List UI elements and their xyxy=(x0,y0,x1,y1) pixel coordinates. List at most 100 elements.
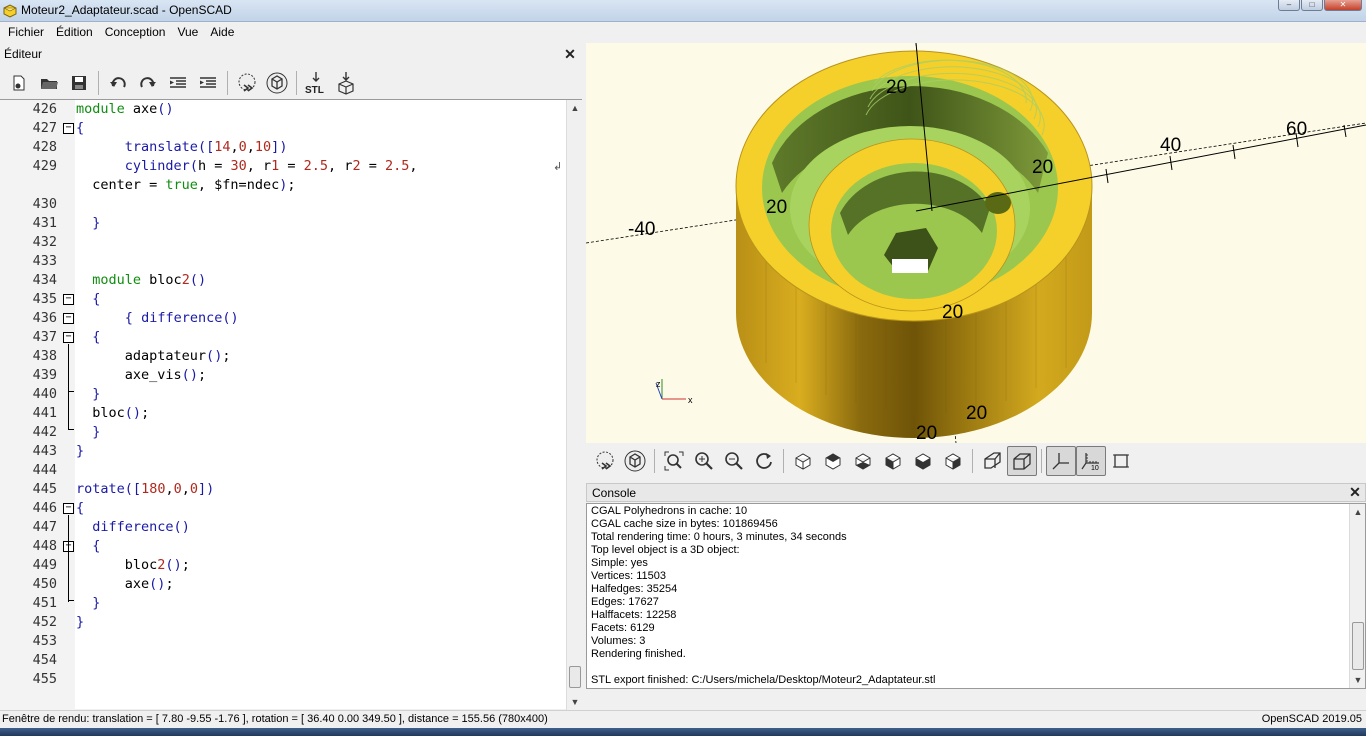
editor-toolbar: STL xyxy=(0,66,582,100)
os-taskbar xyxy=(0,728,1366,736)
scroll-down-icon[interactable]: ▼ xyxy=(1350,672,1366,688)
3d-model-render: -40 20 40 60 20 20 20 20 20 x z xyxy=(586,43,1366,443)
menu-fichier[interactable]: Fichier xyxy=(2,22,50,42)
hex-hole-bottom xyxy=(892,259,928,273)
scroll-up-icon[interactable]: ▲ xyxy=(567,100,583,116)
view-bottom-icon[interactable] xyxy=(848,446,878,476)
code-text: difference() xyxy=(92,519,190,535)
editor-header: Éditeur ✕ xyxy=(0,43,582,65)
close-window-button[interactable]: ✕ xyxy=(1324,0,1362,11)
show-scale-markers-icon[interactable]: 10 xyxy=(1076,446,1106,476)
line-number: 435 xyxy=(32,291,57,307)
axis-gizmo-icon: x z xyxy=(655,379,693,405)
svg-text:z: z xyxy=(656,379,661,389)
preview-icon[interactable] xyxy=(232,68,262,98)
zoom-in-icon[interactable] xyxy=(689,446,719,476)
show-axes-icon[interactable] xyxy=(1046,446,1076,476)
editor-pane: Éditeur ✕ STL − − − − − 426 module axe()… xyxy=(0,43,582,710)
line-number: 426 xyxy=(32,101,57,117)
code-line: 440 } xyxy=(0,385,566,404)
console-scrollbar-thumb[interactable] xyxy=(1352,622,1364,670)
console-line: Total rendering time: 0 hours, 3 minutes… xyxy=(591,531,847,543)
view-back-icon[interactable] xyxy=(938,446,968,476)
close-editor-icon[interactable]: ✕ xyxy=(563,47,577,61)
code-text: translate([14,0,10]) xyxy=(124,139,288,155)
open-file-icon[interactable] xyxy=(34,68,64,98)
perspective-icon[interactable] xyxy=(977,446,1007,476)
line-number: 447 xyxy=(32,519,57,535)
undo-icon[interactable] xyxy=(103,68,133,98)
line-number: 432 xyxy=(32,234,57,250)
show-edges-icon[interactable] xyxy=(1106,446,1136,476)
code-text: { xyxy=(92,329,101,345)
line-number: 451 xyxy=(32,595,57,611)
new-file-icon[interactable] xyxy=(4,68,34,98)
line-number: 433 xyxy=(32,253,57,269)
editor-scrollbar[interactable]: ▲ ▼ xyxy=(566,100,582,710)
svg-text:10: 10 xyxy=(1091,465,1099,471)
maximize-button[interactable]: □ xyxy=(1301,0,1323,11)
axis-label: 20 xyxy=(966,403,987,424)
preview-icon[interactable] xyxy=(590,446,620,476)
line-number: 428 xyxy=(32,139,57,155)
line-number: 438 xyxy=(32,348,57,364)
line-number: 450 xyxy=(32,576,57,592)
line-number: 429 xyxy=(32,158,57,174)
view-top-icon[interactable] xyxy=(818,446,848,476)
menu-vue[interactable]: Vue xyxy=(171,22,204,42)
code-line: 445 rotate([180,0,0]) xyxy=(0,480,566,499)
view-all-icon[interactable] xyxy=(659,446,689,476)
code-text: } xyxy=(76,614,85,630)
minimize-button[interactable]: – xyxy=(1278,0,1300,11)
scroll-down-icon[interactable]: ▼ xyxy=(567,694,583,710)
view-left-icon[interactable] xyxy=(878,446,908,476)
render-icon[interactable] xyxy=(620,446,650,476)
line-number: 455 xyxy=(32,671,57,687)
export-stl-icon[interactable]: STL xyxy=(301,68,331,98)
code-text: center = true, $fn=ndec); xyxy=(76,177,296,193)
code-text: { xyxy=(92,538,101,554)
console-line: Edges: 17627 xyxy=(591,596,659,608)
code-text: { xyxy=(76,120,85,136)
send-to-print-icon[interactable] xyxy=(331,68,361,98)
redo-icon[interactable] xyxy=(133,68,163,98)
save-icon[interactable] xyxy=(64,68,94,98)
svg-text:STL: STL xyxy=(305,85,324,95)
line-number: 454 xyxy=(32,652,57,668)
reset-view-icon[interactable] xyxy=(749,446,779,476)
console-output[interactable]: CGAL Polyhedrons in cache: 10 CGAL cache … xyxy=(586,503,1366,689)
openscad-app-icon xyxy=(3,4,17,18)
indent-icon[interactable] xyxy=(193,68,223,98)
zoom-out-icon[interactable] xyxy=(719,446,749,476)
console-line: CGAL cache size in bytes: 101869456 xyxy=(591,518,778,530)
code-line: 434 module bloc2() xyxy=(0,271,566,290)
scroll-up-icon[interactable]: ▲ xyxy=(1350,504,1366,520)
axis-label: 60 xyxy=(1286,119,1307,140)
editor-scrollbar-thumb[interactable] xyxy=(569,666,581,688)
code-line: 432 xyxy=(0,233,566,252)
line-number: 436 xyxy=(32,310,57,326)
line-number: 446 xyxy=(32,500,57,516)
code-editor[interactable]: − − − − − − 426module axe()427{428 trans… xyxy=(0,99,582,710)
console-line: Simple: yes xyxy=(591,557,648,569)
close-console-icon[interactable]: ✕ xyxy=(1348,485,1362,499)
unindent-icon[interactable] xyxy=(163,68,193,98)
console-scrollbar[interactable]: ▲ ▼ xyxy=(1349,504,1365,688)
3d-viewport[interactable]: -40 20 40 60 20 20 20 20 20 x z xyxy=(586,43,1366,443)
menu-conception[interactable]: Conception xyxy=(99,22,172,42)
code-text: bloc(); xyxy=(76,405,150,421)
axis-label: 20 xyxy=(1032,157,1053,178)
menu-aide[interactable]: Aide xyxy=(204,22,240,42)
view-right-icon[interactable] xyxy=(788,446,818,476)
code-line: 448 { xyxy=(0,537,566,556)
line-number: 431 xyxy=(32,215,57,231)
orthogonal-icon[interactable] xyxy=(1007,446,1037,476)
line-number: 442 xyxy=(32,424,57,440)
menu-edition[interactable]: Édition xyxy=(50,22,99,42)
line-number: 434 xyxy=(32,272,57,288)
view-front-icon[interactable] xyxy=(908,446,938,476)
code-line: 442 } xyxy=(0,423,566,442)
console-line: Top level object is a 3D object: xyxy=(591,544,740,556)
render-icon[interactable] xyxy=(262,68,292,98)
